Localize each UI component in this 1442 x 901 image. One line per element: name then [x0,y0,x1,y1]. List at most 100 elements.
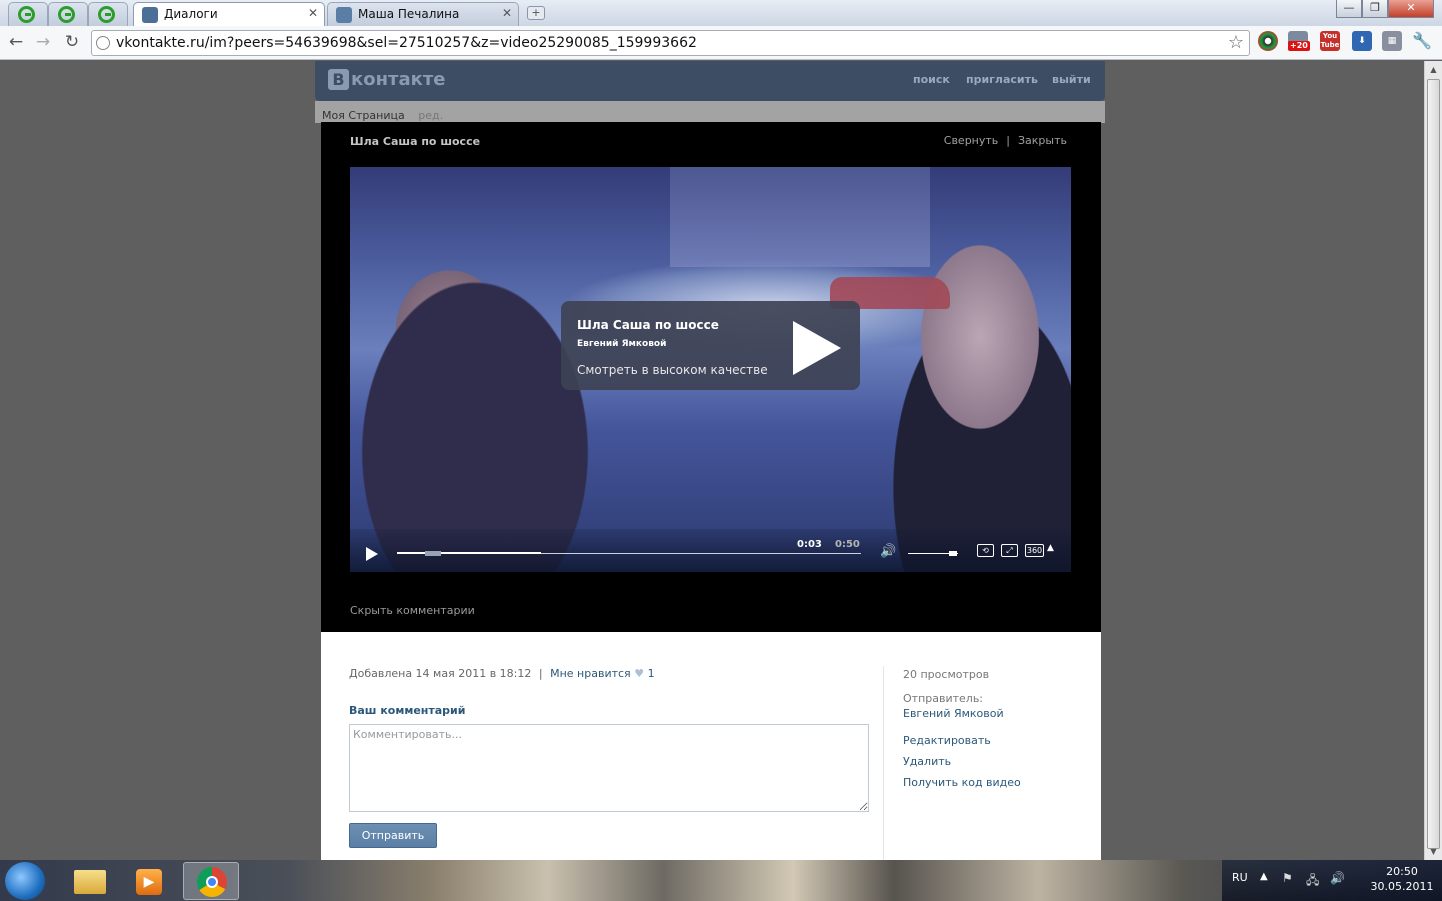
scroll-thumb[interactable] [1427,79,1440,849]
network-icon[interactable]: 🖧 [1306,871,1319,892]
sender-link[interactable]: Евгений Ямковой [903,707,1004,720]
media-player-icon: ▶ [136,869,162,895]
tab-pinned-2[interactable] [48,2,88,26]
loop-icon[interactable]: ⟲ [977,544,994,557]
address-text[interactable]: vkontakte.ru/im?peers=54639698&sel=27510… [116,35,697,51]
collapse-link[interactable]: Свернуть [944,134,999,147]
download-icon[interactable]: ⬇ [1352,31,1372,51]
notifier-icon[interactable]: +20 [1288,31,1310,51]
app-g-icon [98,6,115,23]
vk-logo[interactable]: Вконтакте [328,69,445,90]
language-indicator[interactable]: RU [1232,871,1248,884]
nav-logout-link[interactable]: выйти [1052,73,1091,86]
app-g-icon [58,6,75,23]
overlay-author[interactable]: Евгений Ямковой [577,339,666,349]
scroll-down-icon[interactable]: ▼ [1427,845,1440,858]
nav-invite-link[interactable]: пригласить [966,73,1038,86]
tab-pinned-1[interactable] [8,2,48,26]
quality-button[interactable]: 360 [1025,544,1044,557]
tab-pinned-3[interactable] [88,2,128,26]
browser-tab-bar: Диалоги ✕ Маша Печалина ✕ + — ❐ ✕ [0,0,1442,26]
volume-icon[interactable]: 🔊 [880,544,896,559]
globe-icon [96,36,110,50]
apps-grid-icon[interactable]: ▦ [1382,31,1402,51]
watch-hq-link[interactable]: Смотреть в высоком качестве [577,363,768,377]
edit-link[interactable]: ред. [418,109,443,122]
maximize-window-button[interactable]: ❐ [1362,0,1388,18]
youtube-icon[interactable]: You Tube [1320,31,1340,51]
video-layer-actions: Свернуть | Закрыть [940,134,1071,147]
video-frame-background [670,167,930,267]
seek-handle[interactable] [424,551,441,556]
vk-left-menu: Моя Страница ред. [322,109,443,122]
my-page-link[interactable]: Моя Страница [322,109,405,122]
close-link[interactable]: Закрыть [1018,134,1067,147]
wrench-icon[interactable]: 🔧 [1412,31,1432,51]
volume-handle[interactable] [949,551,957,556]
tab-title: Маша Печалина [358,7,460,21]
taskbar-media-player[interactable]: ▶ [122,862,178,900]
close-tab-icon[interactable]: ✕ [308,6,318,20]
windows-taskbar: ▶ RU ▲ ⚑ 🖧 🔊 20:50 30.05.2011 [0,860,1442,901]
send-button[interactable]: Отправить [349,823,437,848]
edit-video-link[interactable]: Редактировать [903,734,991,747]
big-play-icon[interactable] [793,321,841,375]
like-link[interactable]: Мне нравится [550,667,631,680]
address-bar[interactable]: vkontakte.ru/im?peers=54639698&sel=27510… [91,30,1250,56]
video-info-overlay[interactable]: Шла Саша по шоссе Евгений Ямковой Смотре… [561,301,860,390]
sender-label: Отправитель: [903,692,984,705]
tab-dialogs[interactable]: Диалоги ✕ [133,2,325,26]
tab-title: Диалоги [164,7,218,21]
video-info-panel: Добавлена 14 мая 2011 в 18:12 | Мне нрав… [321,632,1101,860]
folder-icon [74,870,106,894]
minimize-window-button[interactable]: — [1336,0,1362,18]
browser-toolbar: ← → ↻ vkontakte.ru/im?peers=54639698&sel… [0,26,1442,60]
hide-comments-link[interactable]: Скрыть комментарии [350,604,475,617]
fullscreen-icon[interactable]: ⤢ [1001,544,1018,557]
forward-arrow-icon[interactable]: → [33,32,53,52]
show-hidden-icons-icon[interactable]: ▲ [1260,871,1268,882]
close-window-button[interactable]: ✕ [1388,0,1434,18]
likes-count[interactable]: 1 [648,667,655,680]
vk-header: Вконтакте поиск пригласить выйти [315,61,1105,101]
added-date: Добавлена 14 мая 2011 в 18:12 [349,667,532,680]
separator: | [538,667,543,680]
comment-input[interactable] [349,724,869,812]
vk-favicon-icon [142,7,158,23]
current-time: 0:03 [797,539,822,550]
tab-masha[interactable]: Маша Печалина ✕ [327,2,519,26]
notification-badge: +20 [1288,41,1310,51]
buffer-bar [397,552,541,554]
chrome-icon-center [206,876,218,888]
nav-search-link[interactable]: поиск [913,73,950,86]
clock[interactable]: 20:50 30.05.2011 [1367,865,1437,893]
color-picker-icon[interactable] [1258,31,1278,51]
heart-icon[interactable]: ♥ [634,667,644,680]
overlay-title: Шла Саша по шоссе [577,318,719,332]
quality-up-arrow-icon[interactable]: ▲ [1047,543,1054,553]
speaker-icon[interactable]: 🔊 [1330,871,1345,885]
video-title: Шла Саша по шоссе [350,135,481,148]
vk-favicon-icon [336,7,352,23]
back-arrow-icon[interactable]: ← [6,32,26,52]
duration: 0:50 [835,539,860,550]
chrome-icon [197,867,227,897]
scroll-up-icon[interactable]: ▲ [1427,63,1440,76]
get-video-code-link[interactable]: Получить код видео [903,776,1021,789]
close-tab-icon[interactable]: ✕ [502,6,512,20]
page-scrollbar[interactable]: ▲ ▼ [1424,61,1442,860]
play-icon[interactable] [366,547,378,561]
bookmark-star-icon[interactable]: ☆ [1228,32,1244,53]
flag-icon[interactable]: ⚑ [1282,871,1293,885]
reload-icon[interactable]: ↻ [62,32,82,52]
video-player[interactable]: Шла Саша по шоссе Евгений Ямковой Смотре… [350,167,1071,572]
start-button[interactable] [5,862,45,900]
clock-date: 30.05.2011 [1370,880,1434,893]
new-tab-button[interactable]: + [527,6,545,20]
taskbar-chrome[interactable] [183,862,239,900]
taskbar-explorer[interactable] [62,862,118,900]
separator: | [1006,134,1010,147]
delete-video-link[interactable]: Удалить [903,755,951,768]
added-line: Добавлена 14 мая 2011 в 18:12 | Мне нрав… [349,667,655,680]
divider [883,666,884,860]
